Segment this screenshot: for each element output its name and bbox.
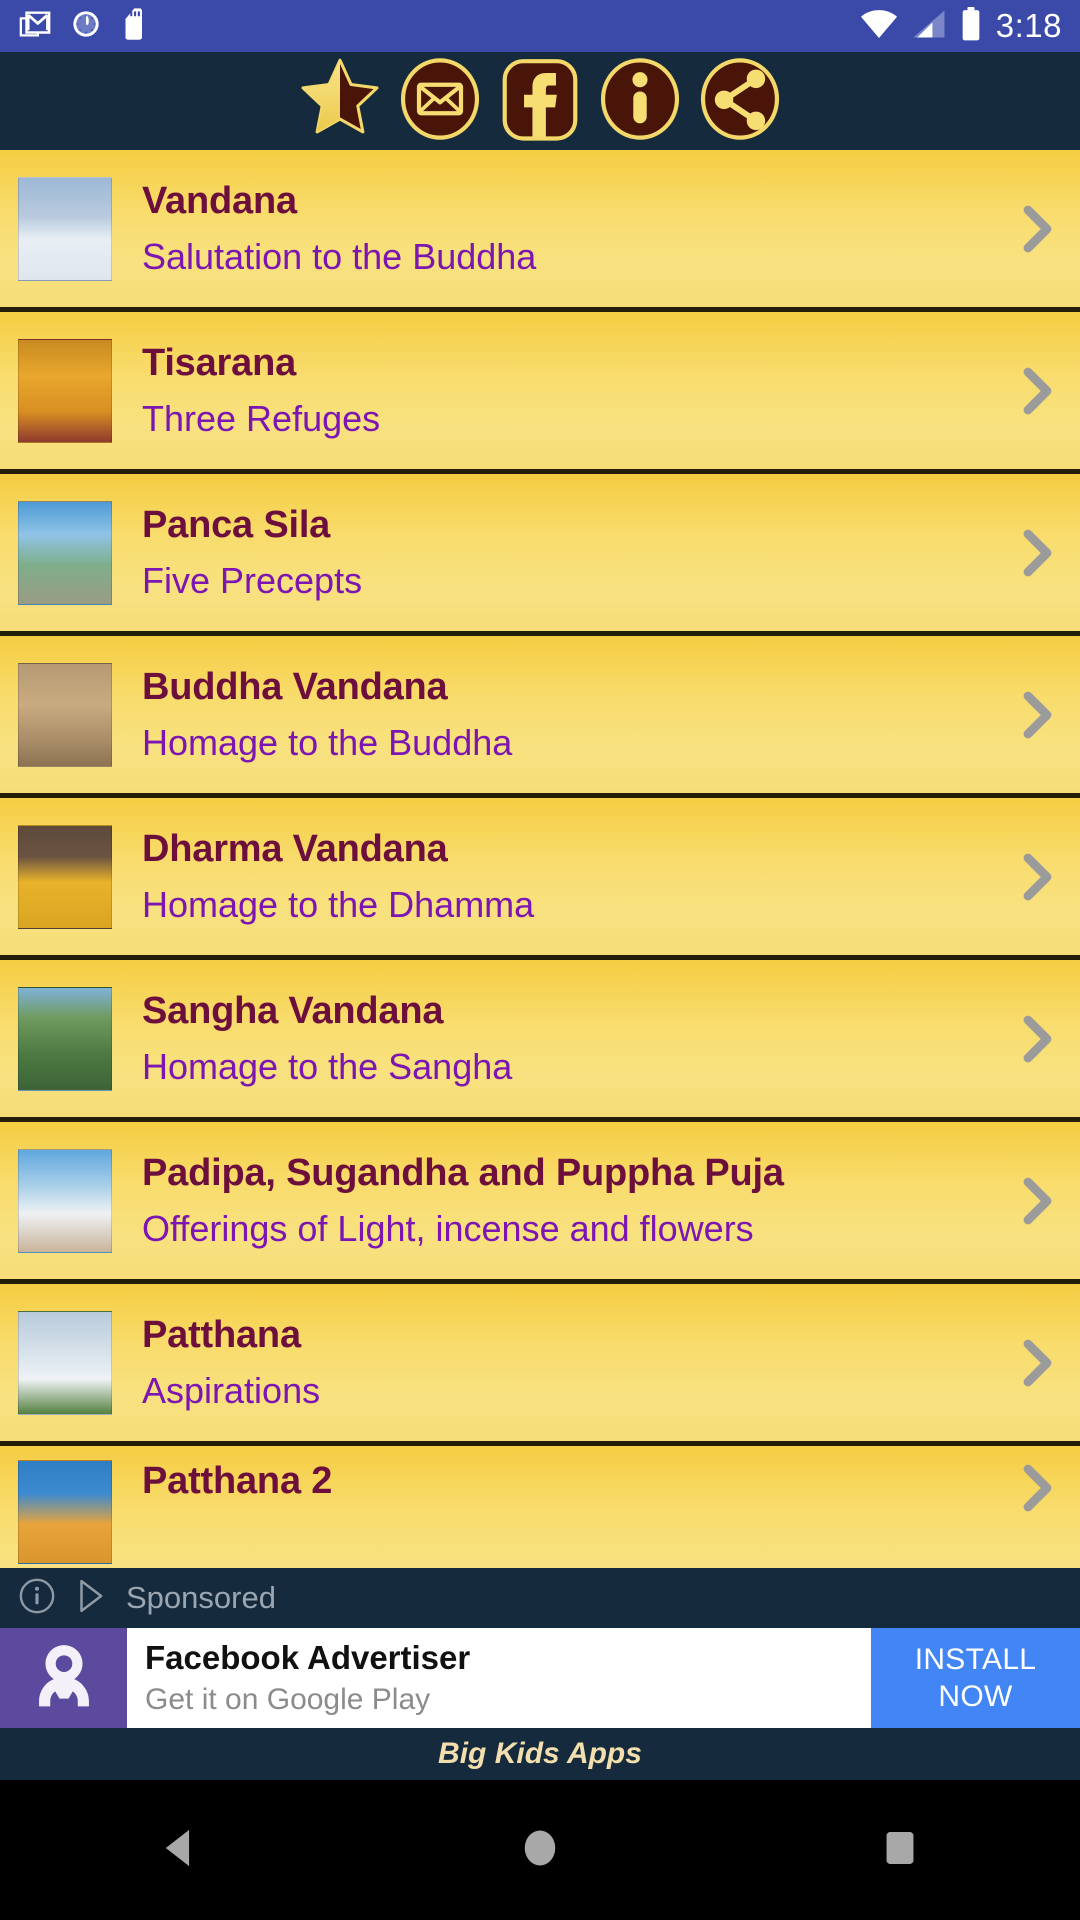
list-item-text: Vandana Salutation to the Buddha <box>142 180 994 277</box>
prayer-list[interactable]: Vandana Salutation to the Buddha Tisarana T… <box>0 150 1080 1568</box>
list-item-thumbnail <box>18 1460 112 1564</box>
list-item-text: Dharma Vandana Homage to the Dhamma <box>142 828 994 925</box>
share-button[interactable] <box>696 57 784 145</box>
email-button[interactable] <box>396 57 484 145</box>
app-toolbar <box>0 52 1080 150</box>
list-item[interactable]: Buddha Vandana Homage to the Buddha <box>0 636 1080 798</box>
recents-square-icon <box>880 1826 920 1875</box>
list-item-thumbnail <box>18 338 112 443</box>
list-item-subtitle: Offerings of Light, incense and flowers <box>142 1207 754 1249</box>
list-item-title: Vandana <box>142 180 297 223</box>
list-item-subtitle: Homage to the Dhamma <box>142 883 535 925</box>
ad-tagline: Get it on Google Play <box>145 1683 431 1717</box>
list-item-thumbnail <box>18 986 112 1091</box>
list-item-text: Padipa, Sugandha and Puppha Puja Offering… <box>142 1152 994 1249</box>
chevron-right-icon[interactable] <box>994 849 1080 905</box>
list-item-title: Padipa, Sugandha and Puppha Puja <box>142 1152 784 1195</box>
sponsored-label: Sponsored <box>126 1580 276 1615</box>
chevron-right-icon[interactable] <box>994 525 1080 581</box>
list-item-text: Buddha Vandana Homage to the Buddha <box>142 666 994 763</box>
home-circle-icon <box>520 1826 560 1875</box>
ad-advertiser-name: Facebook Advertiser <box>145 1639 471 1676</box>
sd-card-icon <box>120 7 148 46</box>
list-item-subtitle: Salutation to the Buddha <box>142 235 537 277</box>
facebook-icon <box>498 57 582 146</box>
ad-avatar <box>0 1628 127 1728</box>
brand-name: Big Kids Apps <box>438 1737 642 1770</box>
list-item-title: Tisarana <box>142 342 297 385</box>
list-item-title: Panca Sila <box>142 504 331 547</box>
wifi-icon <box>860 9 898 44</box>
brand-bar: Big Kids Apps <box>0 1728 1080 1780</box>
gmail-icon <box>18 7 52 46</box>
chevron-right-icon[interactable] <box>994 363 1080 419</box>
status-bar-right-icons: 3:18 <box>860 6 1062 46</box>
list-item-subtitle: Homage to the Buddha <box>142 721 513 763</box>
list-item-subtitle: Aspirations <box>142 1369 321 1411</box>
list-item-title: Patthana 2 <box>142 1460 333 1502</box>
list-item[interactable]: Dharma Vandana Homage to the Dhamma <box>0 798 1080 960</box>
list-item-thumbnail <box>18 1310 112 1415</box>
clock-icon <box>70 8 102 45</box>
nav-recents-button[interactable] <box>820 1780 980 1920</box>
play-triangle-icon[interactable] <box>74 1577 108 1620</box>
share-icon <box>698 57 782 146</box>
list-item-subtitle: Three Refuges <box>142 397 381 439</box>
list-item[interactable]: Tisarana Three Refuges <box>0 312 1080 474</box>
chevron-right-icon[interactable] <box>994 1011 1080 1067</box>
chevron-right-icon[interactable] <box>994 1335 1080 1391</box>
sponsored-bar: Sponsored <box>0 1568 1080 1628</box>
app-root: 3:18 Vandana Salutation to the Buddha Ti… <box>0 0 1080 1920</box>
install-now-button[interactable]: INSTALL NOW <box>871 1628 1080 1728</box>
list-item-text: Patthana Aspirations <box>142 1314 994 1411</box>
ad-banner[interactable]: Facebook Advertiser Get it on Google Pla… <box>0 1628 1080 1728</box>
list-item-title: Patthana <box>142 1314 301 1357</box>
chevron-right-icon[interactable] <box>994 1173 1080 1229</box>
chevron-right-icon[interactable] <box>994 201 1080 257</box>
list-item-thumbnail <box>18 824 112 929</box>
info-icon <box>598 57 682 146</box>
list-item[interactable]: Patthana 2 <box>0 1446 1080 1568</box>
mail-icon <box>398 57 482 146</box>
person-avatar-icon <box>26 1638 102 1719</box>
list-item[interactable]: Sangha Vandana Homage to the Sangha <box>0 960 1080 1122</box>
list-item-text: Patthana 2 <box>142 1460 994 1503</box>
system-navigation-bar <box>0 1780 1080 1920</box>
list-item-thumbnail <box>18 1148 112 1253</box>
list-item-title: Buddha Vandana <box>142 666 448 709</box>
status-bar-left-icons <box>18 7 148 46</box>
list-item[interactable]: Vandana Salutation to the Buddha <box>0 150 1080 312</box>
star-half-icon <box>296 55 384 148</box>
list-item-subtitle: Homage to the Sangha <box>142 1045 513 1087</box>
list-item-thumbnail <box>18 500 112 605</box>
battery-icon <box>960 6 982 46</box>
nav-back-button[interactable] <box>100 1780 260 1920</box>
list-item[interactable]: Padipa, Sugandha and Puppha Puja Offering… <box>0 1122 1080 1284</box>
list-item-thumbnail <box>18 662 112 767</box>
rate-star-button[interactable] <box>296 57 384 145</box>
list-item-text: Tisarana Three Refuges <box>142 342 994 439</box>
status-bar: 3:18 <box>0 0 1080 52</box>
list-item-title: Dharma Vandana <box>142 828 448 871</box>
list-item[interactable]: Patthana Aspirations <box>0 1284 1080 1446</box>
ad-text-block: Facebook Advertiser Get it on Google Pla… <box>127 1628 871 1728</box>
cell-signal-icon <box>912 9 946 44</box>
list-item-thumbnail <box>18 176 112 281</box>
info-button[interactable] <box>596 57 684 145</box>
facebook-button[interactable] <box>496 57 584 145</box>
install-cta-line2: NOW <box>938 1680 1013 1713</box>
list-item[interactable]: Panca Sila Five Precepts <box>0 474 1080 636</box>
list-item-subtitle: Five Precepts <box>142 559 363 601</box>
status-bar-clock: 3:18 <box>995 7 1062 44</box>
nav-home-button[interactable] <box>460 1780 620 1920</box>
list-item-text: Panca Sila Five Precepts <box>142 504 994 601</box>
list-item-title: Sangha Vandana <box>142 990 444 1033</box>
list-item-text: Sangha Vandana Homage to the Sangha <box>142 990 994 1087</box>
back-triangle-icon <box>160 1826 200 1875</box>
chevron-right-icon[interactable] <box>994 687 1080 743</box>
install-cta-line1: INSTALL <box>914 1642 1037 1676</box>
info-circle-icon[interactable] <box>18 1577 56 1620</box>
chevron-right-icon[interactable] <box>994 1460 1080 1516</box>
